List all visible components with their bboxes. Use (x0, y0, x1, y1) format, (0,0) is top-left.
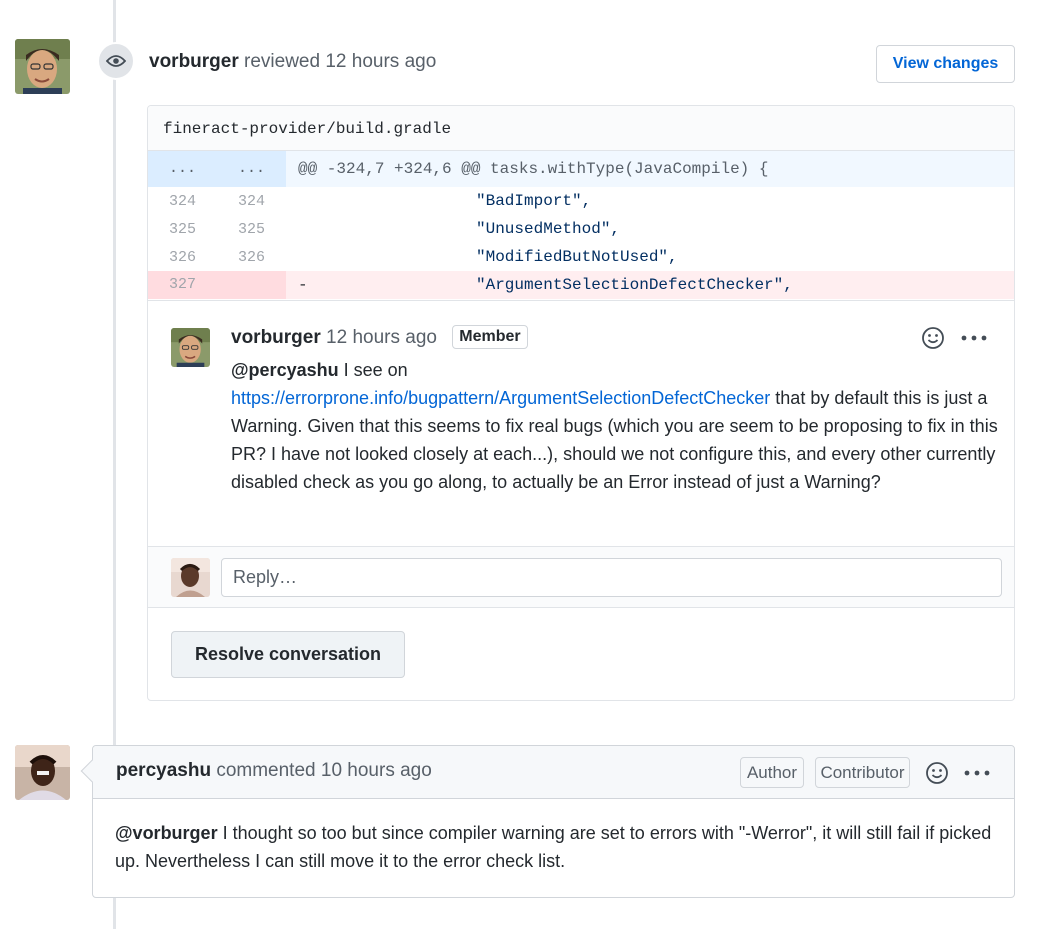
member-badge: Member (452, 325, 528, 349)
kebab-menu-icon[interactable] (960, 325, 988, 351)
hunk-header: @@ -324,7 +324,6 @@ tasks.withType(JavaC… (298, 160, 769, 178)
hunk-expand-right[interactable]: ... (217, 151, 286, 187)
issue-comment: percyashu commented 10 hours ago Author … (80, 745, 1015, 898)
current-user-avatar (171, 558, 210, 597)
mention-link[interactable]: @vorburger (115, 823, 218, 843)
diff-code-text: "ModifiedButNotUsed", (476, 248, 678, 266)
diff-line: 324 324 "BadImport", (148, 187, 1014, 215)
smiley-icon[interactable] (920, 325, 946, 351)
diff-hunk-row: ... ... @@ -324,7 +324,6 @@ tasks.withTy… (148, 151, 1014, 187)
diff-code: "ModifiedButNotUsed", (286, 248, 1014, 266)
kebab-menu-icon[interactable] (963, 760, 991, 786)
reply-input[interactable] (221, 558, 1002, 597)
contributor-badge: Contributor (815, 757, 910, 788)
comment-header: percyashu commented 10 hours ago Author … (93, 746, 1014, 799)
comment-text: I see on (338, 360, 408, 380)
smiley-icon[interactable] (924, 760, 950, 786)
resolve-conversation-button[interactable]: Resolve conversation (171, 631, 405, 678)
review-action: reviewed (244, 51, 321, 72)
diff-marker: - (298, 276, 308, 294)
view-changes-button[interactable]: View changes (876, 45, 1015, 83)
line-number-right[interactable]: 325 (217, 221, 286, 238)
diff-code-text: "ArgumentSelectionDefectChecker", (476, 276, 793, 294)
diff-line: 326 326 "ModifiedButNotUsed", (148, 243, 1014, 271)
eye-icon (97, 42, 135, 80)
diff-code: - "ArgumentSelectionDefectChecker", (286, 276, 1014, 294)
file-path[interactable]: fineract-provider/build.gradle (148, 106, 1014, 151)
line-number-right[interactable]: 324 (217, 193, 286, 210)
errorprone-link[interactable]: https://errorprone.info/bugpattern/Argum… (231, 388, 770, 408)
comment-author-link[interactable]: vorburger (231, 327, 321, 348)
line-number-left[interactable]: 327 (148, 271, 217, 299)
review-time[interactable]: 12 hours ago (325, 51, 436, 72)
comment-author-avatar[interactable] (171, 328, 210, 367)
diff-line: 325 325 "UnusedMethod", (148, 215, 1014, 243)
reply-row (148, 546, 1014, 608)
diff-line-deleted: 327 - "ArgumentSelectionDefectChecker", (148, 271, 1014, 299)
comment-action: commented (216, 760, 316, 781)
reviewer-avatar[interactable] (15, 39, 70, 94)
line-number-right[interactable]: 326 (217, 249, 286, 266)
comment-header: vorburger 12 hours ago Member (231, 325, 528, 349)
line-number-left[interactable]: 325 (148, 221, 217, 238)
comment-time[interactable]: 10 hours ago (321, 760, 432, 781)
diff-code-text: "BadImport", (476, 192, 592, 210)
review-header: vorburger reviewed 12 hours ago (149, 51, 436, 73)
comment-title: percyashu commented 10 hours ago (116, 760, 432, 782)
diff-code: "BadImport", (286, 192, 1014, 210)
review-author-link[interactable]: vorburger (149, 51, 239, 72)
comment-body: @vorburger I thought so too but since co… (115, 819, 1005, 875)
mention-link[interactable]: @percyashu (231, 360, 339, 380)
diff-code-text: "UnusedMethod", (476, 220, 621, 238)
comment-body: @percyashu I see on https://errorprone.i… (231, 356, 1001, 496)
comment-text: I thought so too but since compiler warn… (115, 823, 992, 871)
line-number-left[interactable]: 324 (148, 193, 217, 210)
comment-time[interactable]: 12 hours ago (326, 327, 437, 348)
diff-table: ... ... @@ -324,7 +324,6 @@ tasks.withTy… (148, 151, 1014, 299)
line-number-left[interactable]: 326 (148, 249, 217, 266)
comment-author-link[interactable]: percyashu (116, 760, 211, 781)
commenter-avatar[interactable] (15, 745, 70, 800)
hunk-expand-left[interactable]: ... (148, 151, 217, 187)
diff-code: "UnusedMethod", (286, 220, 1014, 238)
review-thread: fineract-provider/build.gradle ... ... @… (147, 105, 1015, 701)
line-number-right[interactable] (217, 271, 286, 299)
author-badge: Author (740, 757, 804, 788)
